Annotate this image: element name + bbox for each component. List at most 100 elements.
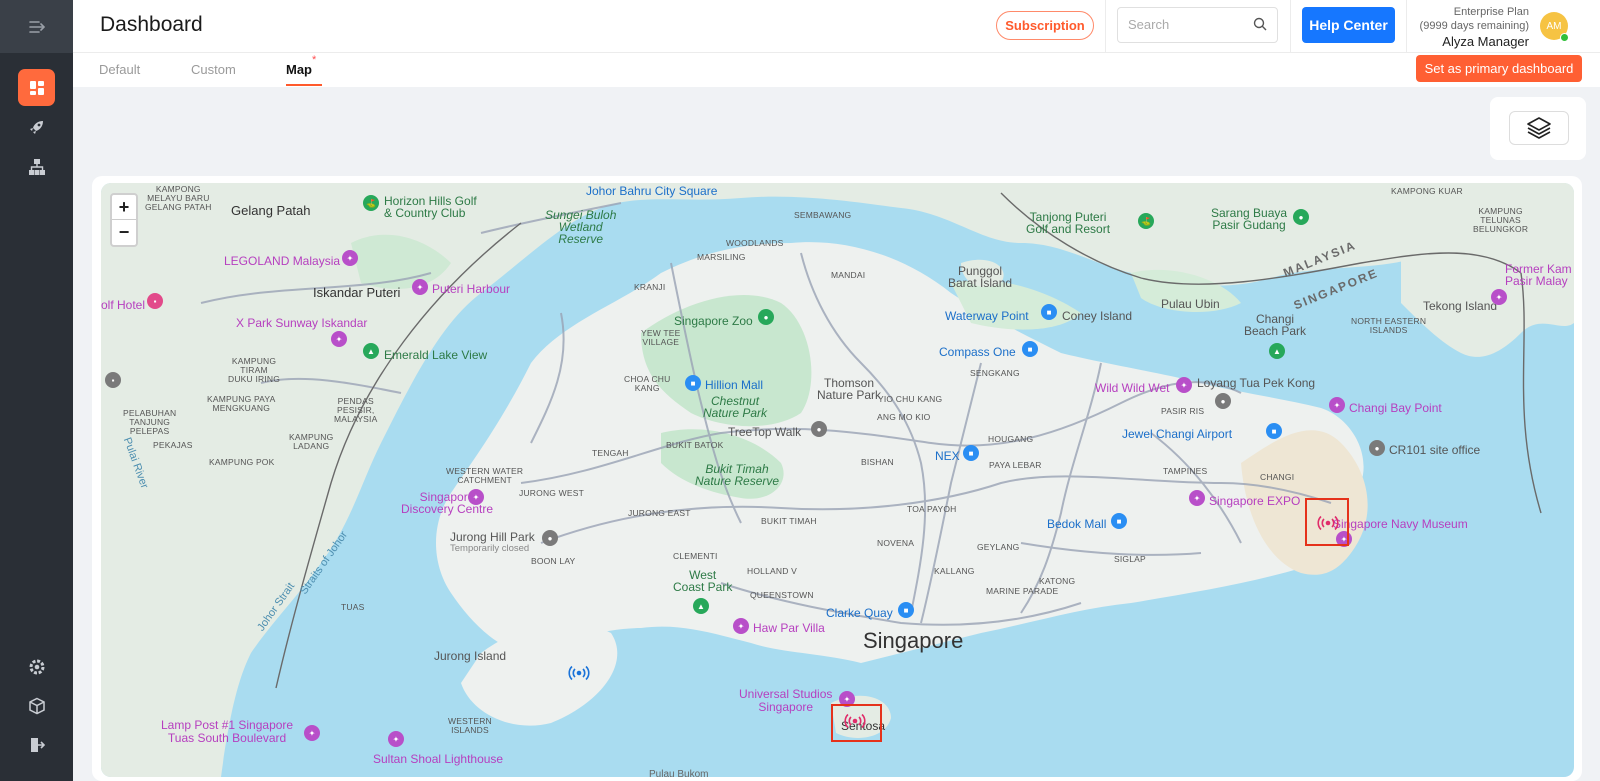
- map-place-label: Singapore Navy Museum: [1333, 517, 1468, 531]
- map-district-label: MARINE PARADE: [986, 586, 1059, 596]
- sensor-marker[interactable]: [1315, 513, 1341, 533]
- park-pin[interactable]: ▲: [363, 343, 379, 359]
- sidebar-item-dashboard[interactable]: [18, 69, 55, 106]
- map-district-label: QUEENSTOWN: [750, 590, 814, 600]
- header-divider: [1290, 0, 1291, 53]
- map-district-label: KATONG: [1039, 576, 1076, 586]
- collapse-icon: [28, 20, 45, 33]
- help-center-button[interactable]: Help Center: [1302, 7, 1395, 43]
- tab-map[interactable]: Map: [286, 62, 312, 77]
- map-place-label: Temporarily closed: [450, 543, 530, 554]
- map-district-label: HOLLAND V: [747, 566, 797, 576]
- sensor-marker[interactable]: [566, 663, 592, 683]
- mall-pin[interactable]: ■: [1022, 341, 1038, 357]
- map-place-label: Clarke Quay: [826, 606, 893, 620]
- map-place-label: olf Hotel: [101, 298, 146, 312]
- map-district-label: KAMPUNG PAYA MENGKUANG: [207, 394, 276, 413]
- golf-pin[interactable]: ⛳: [1138, 213, 1154, 229]
- tab-default[interactable]: Default: [99, 62, 140, 77]
- attraction-pin[interactable]: ✦: [1189, 490, 1205, 506]
- mall-pin[interactable]: ■: [685, 375, 701, 391]
- map-district-label: MANDAI: [831, 270, 866, 280]
- sidebar-item-modules[interactable]: [18, 687, 55, 724]
- set-primary-dashboard-button[interactable]: Set as primary dashboard: [1416, 55, 1582, 82]
- user-name[interactable]: Alyza Manager: [1409, 35, 1529, 49]
- park-pin[interactable]: ▲: [693, 598, 709, 614]
- attraction-pin[interactable]: ✦: [733, 618, 749, 634]
- golf-pin[interactable]: ⛳: [363, 195, 379, 211]
- attraction-pin[interactable]: ✦: [304, 725, 320, 741]
- site-office-pin[interactable]: ●: [1369, 440, 1385, 456]
- tab-custom[interactable]: Custom: [191, 62, 236, 77]
- attraction-pin[interactable]: ✦: [412, 279, 428, 295]
- map-place-label: Coney Island: [1062, 309, 1133, 323]
- sidebar-collapse-button[interactable]: [0, 0, 73, 53]
- logout-icon: [30, 737, 45, 752]
- map-district-label: NORTH EASTERN ISLANDS: [1351, 316, 1427, 335]
- map-view[interactable]: + − Johor Bahru City Square KAMPONG MELAY…: [101, 183, 1574, 777]
- mall-pin[interactable]: ■: [898, 602, 914, 618]
- mall-pin[interactable]: ■: [963, 445, 979, 461]
- map-district-label: BUKIT BATOK: [666, 440, 724, 450]
- gate-pin[interactable]: ▪: [105, 372, 121, 388]
- attraction-pin[interactable]: ✦: [388, 731, 404, 747]
- map-place-label: Sungei Buloh Wetland Reserve: [545, 208, 617, 246]
- layers-button[interactable]: [1509, 111, 1569, 145]
- sidebar-item-logout[interactable]: [18, 726, 55, 763]
- map-place-label: Loyang Tua Pek Kong: [1197, 376, 1316, 390]
- temple-pin[interactable]: ●: [1215, 393, 1231, 409]
- attraction-pin[interactable]: ●: [542, 530, 558, 546]
- map-district-label: KAMPONG MELAYU BARU GELANG PATAH: [145, 184, 212, 212]
- map-district-label: PENDAS PESISIR, MALAYSIA: [334, 396, 378, 424]
- map-district-label: BUKIT TIMAH: [761, 516, 817, 526]
- zoo-pin[interactable]: ●: [758, 309, 774, 325]
- map-district-label: SIGLAP: [1114, 554, 1146, 564]
- mall-pin[interactable]: ■: [1111, 513, 1127, 529]
- park-pin[interactable]: ▲: [1269, 343, 1285, 359]
- map-district-label: CHANGI: [1260, 472, 1295, 482]
- search-box[interactable]: [1117, 7, 1278, 43]
- sidebar-item-hierarchy[interactable]: [18, 148, 55, 185]
- broadcast-icon: [844, 713, 866, 729]
- mall-pin[interactable]: ■: [1041, 304, 1057, 320]
- attraction-pin[interactable]: ✦: [1176, 377, 1192, 393]
- map-district-label: GEYLANG: [977, 542, 1020, 552]
- attraction-pin[interactable]: ✦: [342, 250, 358, 266]
- map-place-label: Chestnut Nature Park: [703, 394, 768, 420]
- mall-pin[interactable]: ■: [1266, 423, 1282, 439]
- attraction-pin[interactable]: ✦: [468, 489, 484, 505]
- map-district-label: JURONG WEST: [519, 488, 585, 498]
- map-district-label: PAYA LEBAR: [989, 460, 1042, 470]
- sidebar-item-settings[interactable]: [18, 648, 55, 685]
- zoom-in-button[interactable]: +: [112, 195, 136, 220]
- dashboard-tabs: Default Custom Map * Set as primary dash…: [73, 53, 1600, 87]
- zoom-control: + −: [110, 193, 138, 247]
- search-icon[interactable]: [1253, 17, 1267, 31]
- map-district-label: WOODLANDS: [726, 238, 784, 248]
- zoom-out-button[interactable]: −: [112, 220, 136, 245]
- attraction-pin[interactable]: ●: [811, 421, 827, 437]
- hotel-pin[interactable]: ▪: [147, 293, 163, 309]
- attraction-pin[interactable]: ✦: [1329, 397, 1345, 413]
- header-divider: [1105, 0, 1106, 53]
- attraction-pin[interactable]: ✦: [331, 331, 347, 347]
- map-district-label: KAMPUNG TIRAM DUKU IRING: [228, 356, 281, 384]
- map-place-label: Haw Par Villa: [753, 621, 825, 635]
- search-input[interactable]: [1128, 17, 1248, 32]
- attraction-pin[interactable]: ✦: [1491, 289, 1507, 305]
- map-district-label: KAMPUNG POK: [209, 457, 275, 467]
- subscription-button[interactable]: Subscription: [996, 11, 1094, 40]
- map-place-label: Tekong Island: [1423, 299, 1498, 313]
- map-place-label: Singapore EXPO: [1209, 494, 1301, 508]
- map-district-label: KAMPUNG LADANG: [289, 432, 334, 451]
- sidebar-item-launch[interactable]: [18, 108, 55, 145]
- map-place-label: Singapore Zoo: [674, 314, 753, 328]
- online-status-dot: [1560, 33, 1569, 42]
- map-district-label: KALLANG: [934, 566, 975, 576]
- map-district-label: PEKAJAS: [153, 440, 193, 450]
- map-district-label: WESTERN ISLANDS: [448, 716, 492, 735]
- map-place-label: Gelang Patah: [231, 203, 311, 218]
- map-district-label: KAMPUNG TELUNAS BELUNGKOR: [1473, 206, 1529, 234]
- sensor-marker[interactable]: [842, 711, 868, 731]
- park-pin[interactable]: ●: [1293, 209, 1309, 225]
